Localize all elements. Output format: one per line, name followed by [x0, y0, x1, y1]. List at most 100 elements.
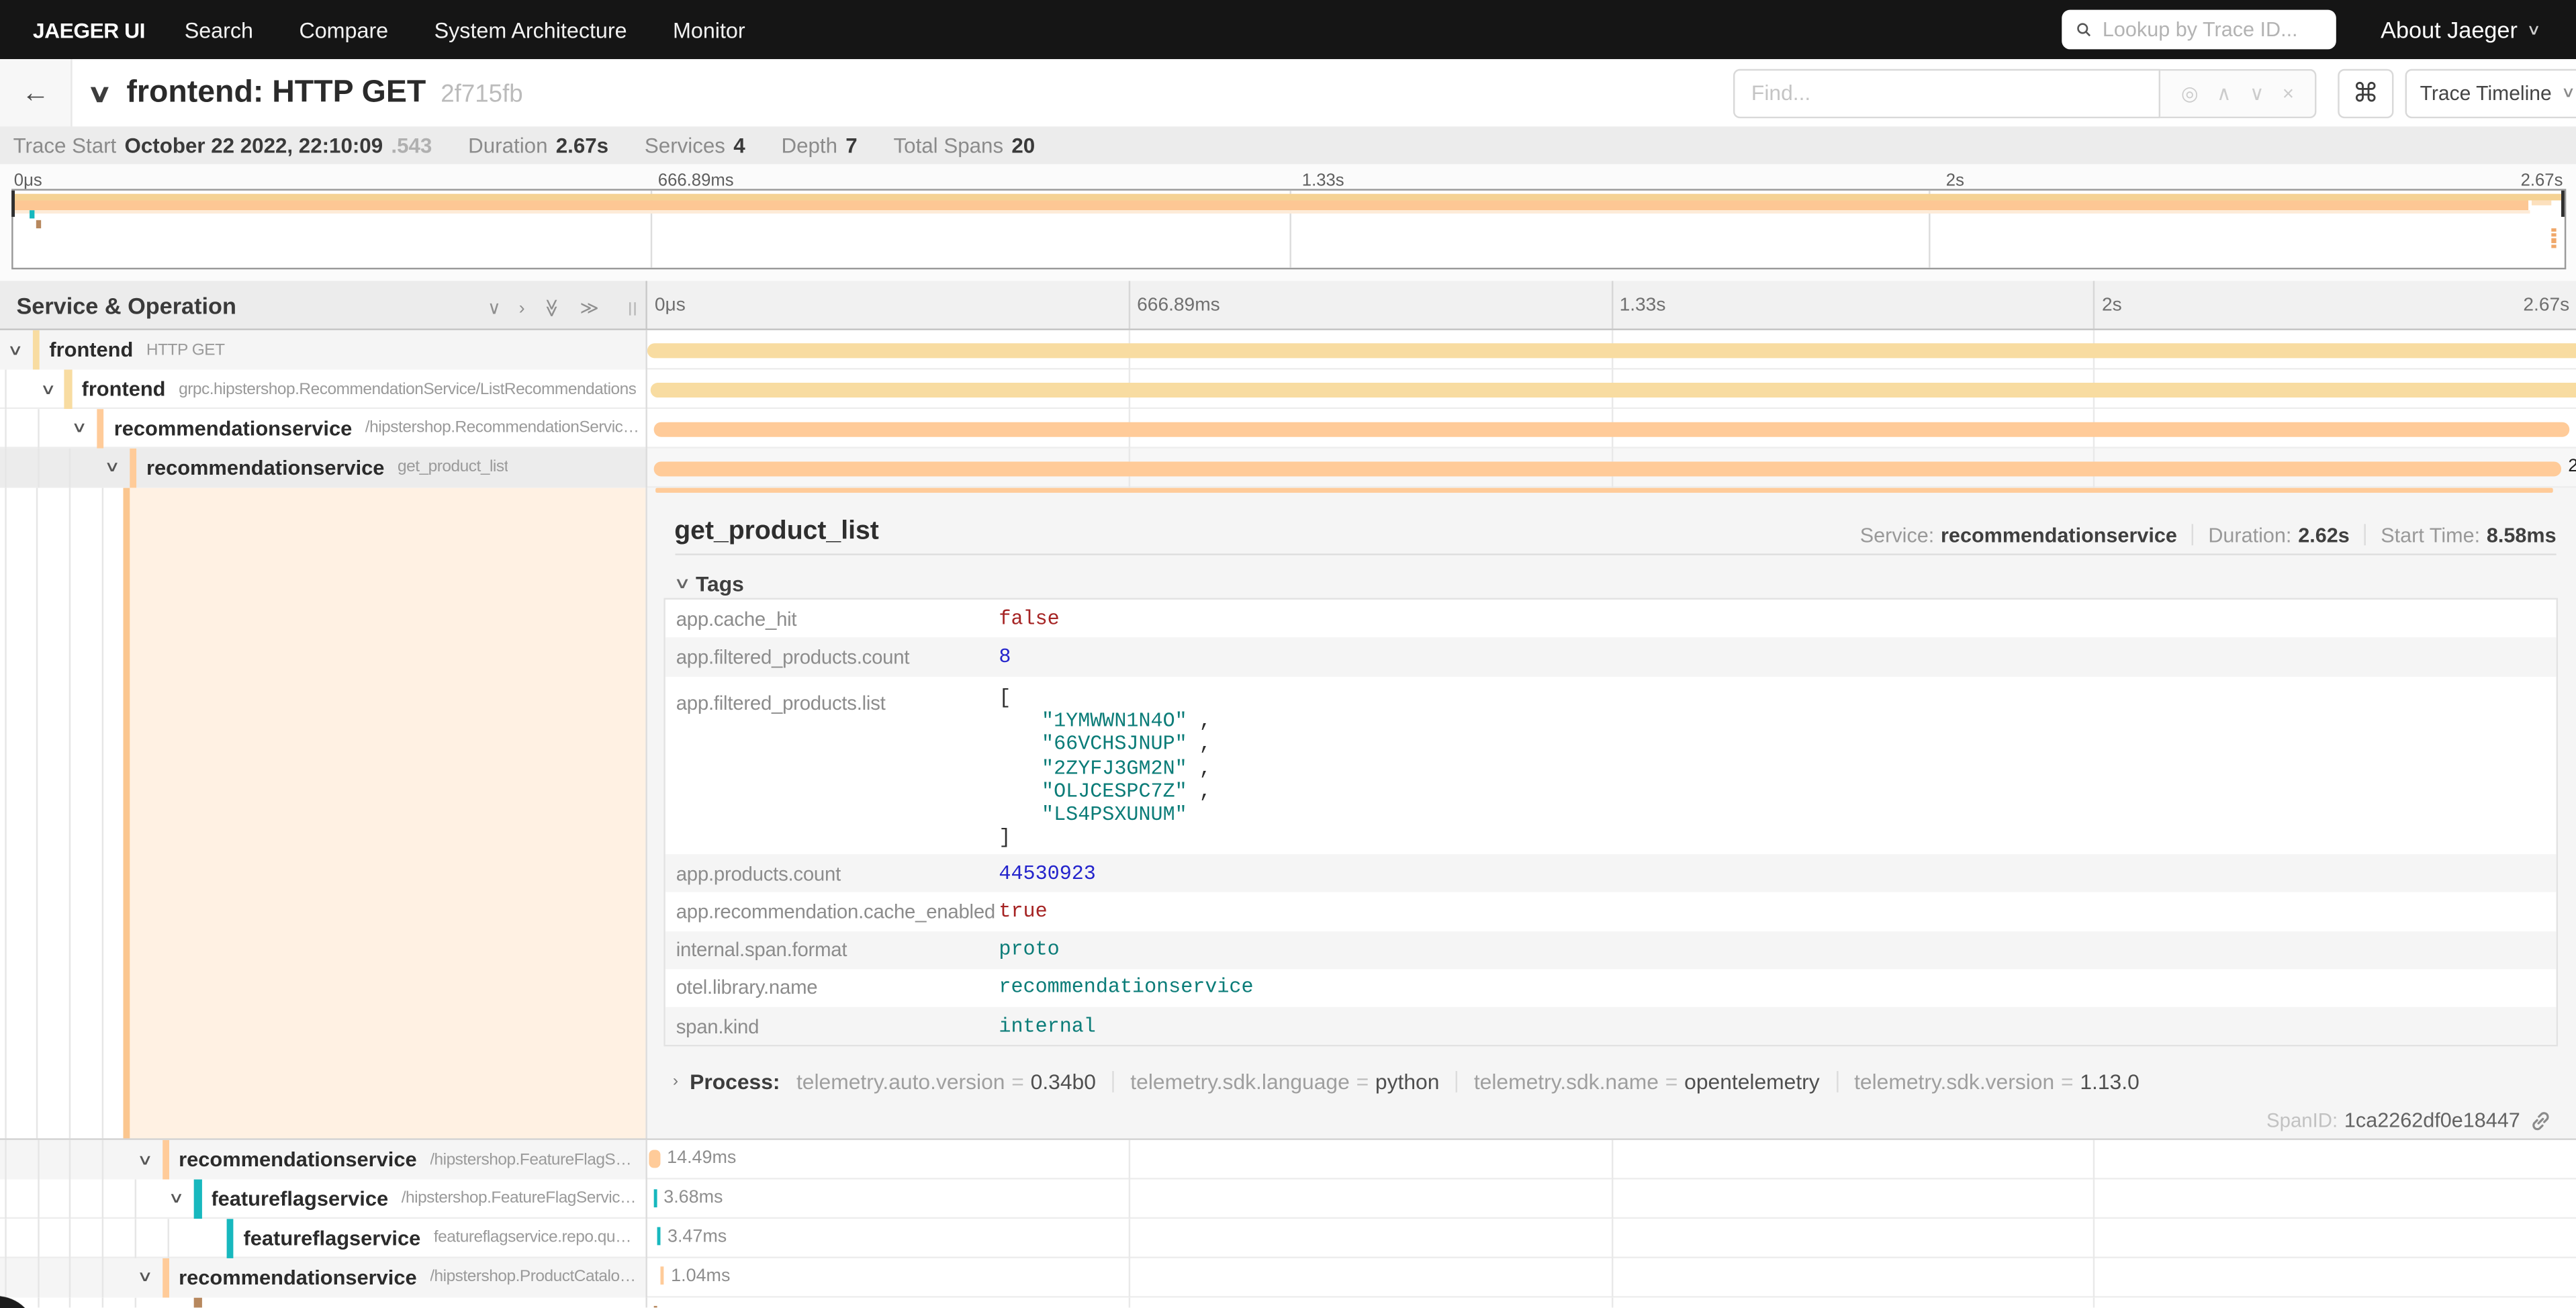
- span-expander-icon[interactable]: ∨: [75, 409, 85, 448]
- span-service-operation[interactable]: recommendationservice/hipstershop.Produc…: [179, 1258, 640, 1297]
- span-operation-name: HTTP GET: [146, 341, 225, 359]
- tag-value-text: internal: [999, 1015, 1095, 1037]
- selected-span-minibar: [655, 488, 2552, 492]
- timeline-tick-label: 0μs: [655, 295, 686, 315]
- trace-minimap[interactable]: 0μs666.89ms1.33s2s2.67s: [0, 165, 2576, 286]
- selected-span-accent-bar: [122, 487, 130, 1139]
- span-expander-icon[interactable]: ∨: [9, 330, 20, 369]
- row-gridline: [1129, 1140, 1130, 1179]
- span-service-operation[interactable]: frontendgrpc.hipstershop.RecommendationS…: [82, 370, 640, 409]
- tags-section-header[interactable]: ∨Tags: [673, 572, 744, 597]
- span-row[interactable]: ∨ frontendHTTP GET: [0, 330, 2576, 369]
- span-service-operation[interactable]: recommendationservice/hipstershop.Recomm…: [114, 409, 640, 448]
- chevron-down-icon: ∨: [72, 420, 88, 438]
- span-duration-label: 14.49ms: [667, 1149, 736, 1168]
- span-service-operation[interactable]: frontendHTTP GET: [49, 330, 639, 369]
- span-duration-bar[interactable]: [651, 383, 2576, 398]
- row-gridline: [2094, 1258, 2095, 1297]
- stat-value: 4: [733, 133, 745, 158]
- span-expander-icon[interactable]: ∨: [139, 1140, 150, 1179]
- span-bar-column[interactable]: [647, 370, 2576, 409]
- span-bar-column[interactable]: [647, 409, 2576, 448]
- indent-guide: [5, 370, 6, 409]
- span-row[interactable]: featureflagservicefeatureflagservice.rep…: [0, 1219, 2576, 1258]
- indent-guide: [38, 1140, 39, 1179]
- span-bar-column[interactable]: [647, 330, 2576, 369]
- next-match-icon[interactable]: ∨: [2250, 81, 2264, 104]
- span-service-operation[interactable]: featureflagservice/hipstershop.FeatureFl…: [211, 1180, 640, 1219]
- span-duration-bar[interactable]: [647, 344, 2576, 359]
- minimap-scrubber-right[interactable]: [2561, 191, 2565, 216]
- trace-view-selector[interactable]: Trace Timeline ∨: [2405, 68, 2576, 118]
- app-logo[interactable]: JAEGER UI: [33, 17, 145, 42]
- span-row[interactable]: ∨ recommendationservice/hipstershop.Produ…: [0, 1258, 2576, 1297]
- span-row[interactable]: ∨ frontendgrpc.hipstershop.Recommendation…: [0, 370, 2576, 409]
- minimap-scrubber-left[interactable]: [11, 191, 15, 216]
- minimap-span-band: [15, 199, 2528, 209]
- tag-value-text: 44530923: [999, 862, 1095, 885]
- span-bar-column[interactable]: 2.62s: [647, 448, 2576, 487]
- timeline-tick-label: 1.33s: [1620, 295, 1666, 315]
- trace-id-lookup[interactable]: [2062, 10, 2337, 50]
- process-value: 1.13.0: [2080, 1070, 2139, 1094]
- span-bar-column[interactable]: 1.04ms: [647, 1258, 2576, 1297]
- nav-item-search[interactable]: Search: [161, 17, 276, 42]
- nav-item-system-architecture[interactable]: System Architecture: [411, 17, 649, 42]
- span-row[interactable]: ∨ featureflagservice/hipstershop.FeatureF…: [0, 1180, 2576, 1219]
- nav-item-compare[interactable]: Compare: [276, 17, 411, 42]
- span-service-operation[interactable]: recommendationserviceget_product_list: [146, 448, 640, 487]
- span-name-column: featureflagservicefeatureflagservice.rep…: [0, 1219, 647, 1258]
- span-duration-bar[interactable]: [661, 1267, 664, 1285]
- collapse-one-icon[interactable]: ∨: [488, 298, 501, 320]
- link-icon[interactable]: [2530, 1110, 2552, 1131]
- clear-find-icon[interactable]: ×: [2283, 81, 2294, 104]
- span-detail-title: get_product_list: [674, 518, 879, 547]
- nav-item-monitor[interactable]: Monitor: [650, 17, 768, 42]
- span-bar-column[interactable]: [647, 1297, 2576, 1308]
- json-list-item: "2ZYFJ3GM2N" ,: [999, 757, 2555, 780]
- span-duration-bar[interactable]: [657, 1227, 661, 1246]
- trace-id-lookup-input[interactable]: [2103, 18, 2324, 41]
- prev-match-icon[interactable]: ∧: [2217, 81, 2232, 104]
- span-expander-icon[interactable]: ∨: [42, 370, 53, 409]
- span-duration-bar[interactable]: [649, 1150, 660, 1168]
- back-button[interactable]: ←: [0, 59, 73, 126]
- expand-one-icon[interactable]: ›: [519, 299, 525, 318]
- span-expander-icon[interactable]: ∨: [139, 1258, 150, 1297]
- minimap-canvas[interactable]: [11, 189, 2565, 270]
- about-jaeger-menu[interactable]: About Jaeger ∨: [2381, 16, 2540, 42]
- indent-guide: [36, 487, 38, 1139]
- trace-title-bar: ← ∨ frontend: HTTP GET 2f715fb ◎ ∧ ∨ × ⌘…: [0, 59, 2576, 126]
- span-row[interactable]: [0, 1297, 2576, 1308]
- span-duration-bar[interactable]: [653, 461, 2562, 476]
- span-service-operation[interactable]: featureflagservicefeatureflagservice.rep…: [244, 1219, 640, 1258]
- find-input-box[interactable]: [1733, 68, 2160, 118]
- span-expander-icon[interactable]: ∨: [107, 448, 118, 487]
- collapse-all-icon[interactable]: ≫: [542, 299, 563, 318]
- span-row-selected[interactable]: ∨ recommendationserviceget_product_list2.…: [0, 448, 2576, 487]
- json-bracket: [: [999, 687, 2555, 710]
- keyboard-shortcuts-button[interactable]: ⌘: [2338, 68, 2393, 118]
- find-input[interactable]: [1751, 81, 2142, 105]
- focus-match-icon[interactable]: ◎: [2181, 81, 2199, 104]
- command-icon: ⌘: [2352, 77, 2379, 109]
- span-duration-bar[interactable]: [654, 1188, 657, 1207]
- span-bar-column[interactable]: 3.47ms: [647, 1219, 2576, 1258]
- span-service-name: recommendationservice: [146, 457, 384, 479]
- span-expander-icon[interactable]: ∨: [171, 1180, 182, 1219]
- minimap-tick-label: 666.89ms: [658, 171, 734, 190]
- span-bar-column[interactable]: 3.68ms: [647, 1180, 2576, 1219]
- span-duration-bar[interactable]: [653, 422, 2571, 437]
- span-row[interactable]: ∨ recommendationservice/hipstershop.Featu…: [0, 1140, 2576, 1179]
- span-bar-column[interactable]: 14.49ms: [647, 1140, 2576, 1179]
- span-service-name: featureflagservice: [211, 1188, 388, 1211]
- span-row[interactable]: ∨ recommendationservice/hipstershop.Recom…: [0, 409, 2576, 448]
- expand-all-icon[interactable]: ≫: [580, 298, 599, 320]
- tag-key: app.recommendation.cache_enabled: [665, 892, 999, 931]
- trace-stats-bar: Trace Start October 22 2022, 22:10:09.54…: [0, 126, 2576, 164]
- trace-title-chevron-icon[interactable]: ∨: [87, 59, 113, 126]
- span-service-operation[interactable]: recommendationservice/hipstershop.Featur…: [179, 1140, 640, 1179]
- process-section-header[interactable]: ›Process:telemetry.auto.version=0.34b0te…: [673, 1070, 2140, 1094]
- column-resizer[interactable]: [629, 302, 635, 316]
- minimap-span-band: [2551, 228, 2556, 232]
